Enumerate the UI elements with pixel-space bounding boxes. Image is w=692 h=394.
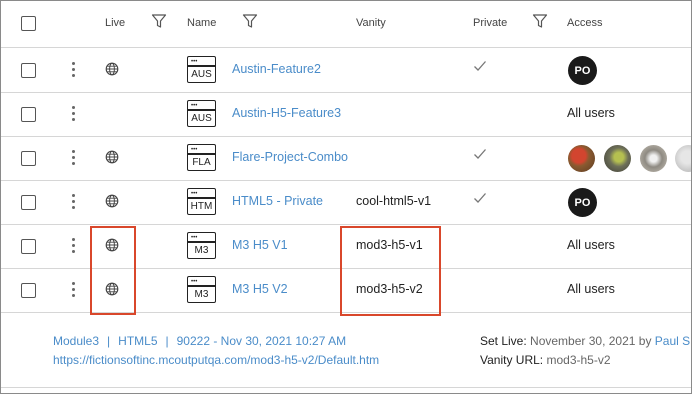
file-icon: ••• AUS bbox=[187, 56, 216, 83]
private-checkmark-icon bbox=[474, 61, 486, 71]
select-all-checkbox[interactable] bbox=[21, 16, 36, 31]
live-filter-icon[interactable] bbox=[151, 13, 167, 29]
header-name[interactable]: Name bbox=[187, 17, 216, 29]
row-checkbox[interactable] bbox=[21, 239, 36, 254]
vanity-highlight-box bbox=[340, 226, 441, 316]
vanity-url-label: Vanity URL: bbox=[480, 353, 544, 367]
set-live-label: Set Live: bbox=[480, 334, 527, 348]
header-live: Live bbox=[105, 17, 126, 29]
project-outputs-table: Live Name Vanity Private Access ••• AUS A… bbox=[0, 0, 692, 394]
private-checkmark-icon bbox=[474, 149, 486, 159]
file-icon: ••• AUS bbox=[187, 100, 216, 127]
user-photo-avatar bbox=[640, 145, 667, 172]
output-name-link[interactable]: Austin-Feature2 bbox=[232, 62, 321, 76]
output-name-link[interactable]: M3 H5 V2 bbox=[232, 282, 288, 296]
kebab-menu-icon[interactable] bbox=[72, 194, 76, 210]
file-icon: ••• FLA bbox=[187, 144, 216, 171]
output-name-link[interactable]: M3 H5 V1 bbox=[232, 238, 288, 252]
user-photo-avatar bbox=[604, 145, 631, 172]
file-icon: ••• M3 bbox=[187, 232, 216, 259]
avatar: PO bbox=[568, 188, 597, 217]
table-row[interactable]: ••• FLA Flare-Project-Combo bbox=[1, 136, 691, 181]
divider bbox=[1, 387, 691, 388]
header-access[interactable]: Access bbox=[567, 17, 602, 29]
set-live-user-link[interactable]: Paul S bbox=[655, 334, 690, 348]
output-name-link[interactable]: Flare-Project-Combo bbox=[232, 150, 348, 164]
row-checkbox[interactable] bbox=[21, 195, 36, 210]
kebab-menu-icon[interactable] bbox=[72, 282, 76, 298]
table-header: Live Name Vanity Private Access bbox=[1, 1, 691, 48]
name-filter-icon[interactable] bbox=[242, 13, 258, 29]
access-label: All users bbox=[567, 282, 615, 296]
kebab-menu-icon[interactable] bbox=[72, 106, 76, 122]
detail-module-link[interactable]: Module3 bbox=[53, 334, 99, 348]
private-checkmark-icon bbox=[474, 193, 486, 203]
globe-icon bbox=[105, 150, 119, 164]
set-live-info: Set Live: November 30, 2021 by Paul S bbox=[480, 334, 690, 348]
file-icon: ••• HTM bbox=[187, 188, 216, 215]
header-vanity[interactable]: Vanity bbox=[356, 17, 386, 29]
user-photo-avatar bbox=[568, 145, 595, 172]
access-label: All users bbox=[567, 238, 615, 252]
vanity-url-value: mod3-h5-v2 bbox=[546, 353, 611, 367]
table-row[interactable]: ••• HTM HTML5 - Private cool-html5-v1 PO bbox=[1, 180, 691, 225]
globe-icon bbox=[105, 194, 119, 208]
vanity-url-info: Vanity URL: mod3-h5-v2 bbox=[480, 353, 611, 367]
live-highlight-box bbox=[90, 226, 136, 315]
file-icon: ••• M3 bbox=[187, 276, 216, 303]
kebab-menu-icon[interactable] bbox=[72, 238, 76, 254]
user-photo-avatar bbox=[675, 145, 691, 172]
table-row[interactable]: ••• AUS Austin-Feature2 PO bbox=[1, 48, 691, 93]
detail-target-link[interactable]: HTML5 bbox=[118, 334, 157, 348]
vanity-value: cool-html5-v1 bbox=[356, 194, 432, 208]
kebab-menu-icon[interactable] bbox=[72, 62, 76, 78]
globe-icon bbox=[105, 62, 119, 76]
set-live-value: November 30, 2021 by bbox=[530, 334, 652, 348]
detail-url-link[interactable]: https://fictionsoftinc.mcoutputqa.com/mo… bbox=[53, 353, 379, 367]
output-name-link[interactable]: Austin-H5-Feature3 bbox=[232, 106, 341, 120]
header-private[interactable]: Private bbox=[473, 17, 507, 29]
detail-breadcrumb: Module3 | HTML5 | 90222 - Nov 30, 2021 10:27… bbox=[53, 334, 347, 348]
private-filter-icon[interactable] bbox=[532, 13, 548, 29]
table-row[interactable]: ••• AUS Austin-H5-Feature3 All users bbox=[1, 92, 691, 137]
detail-build-link[interactable]: 90222 - Nov 30, 2021 10:27 AM bbox=[177, 334, 346, 348]
row-checkbox[interactable] bbox=[21, 283, 36, 298]
kebab-menu-icon[interactable] bbox=[72, 150, 76, 166]
access-label: All users bbox=[567, 106, 615, 120]
output-name-link[interactable]: HTML5 - Private bbox=[232, 194, 323, 208]
row-checkbox[interactable] bbox=[21, 151, 36, 166]
avatar: PO bbox=[568, 56, 597, 85]
row-checkbox[interactable] bbox=[21, 107, 36, 122]
row-checkbox[interactable] bbox=[21, 63, 36, 78]
